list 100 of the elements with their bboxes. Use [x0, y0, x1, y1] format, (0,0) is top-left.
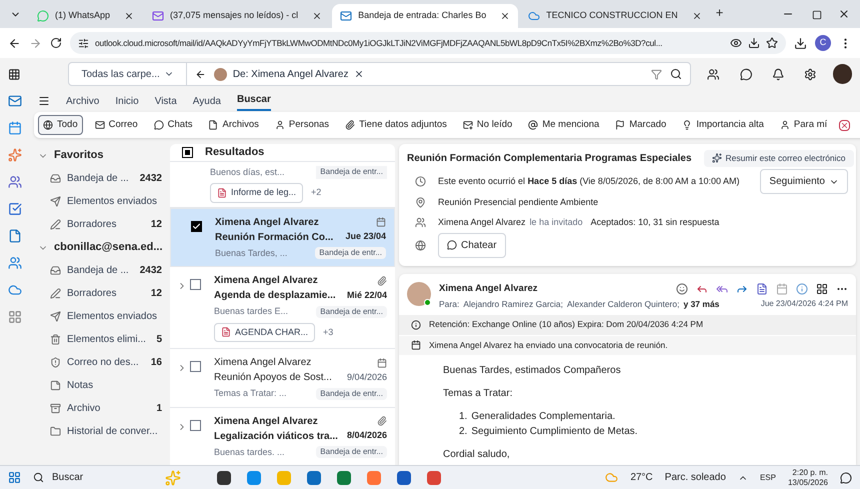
folder-item[interactable]: Elementos elimi... 5	[38, 328, 166, 351]
attachment-chip[interactable]: AGENDA CHAR...	[214, 322, 316, 342]
person-icon	[780, 120, 790, 130]
teams-icon[interactable]	[707, 68, 720, 80]
forward-icon[interactable]	[29, 36, 42, 50]
filter-chip[interactable]: Tiene datos adjuntos	[341, 116, 451, 134]
folder-item[interactable]: Bandeja de ... 2432	[38, 259, 166, 282]
folder-item[interactable]: Borradores 12	[38, 282, 166, 305]
close-icon[interactable]	[312, 11, 322, 21]
list-number: 1.	[459, 410, 468, 424]
windows-start-icon[interactable]	[8, 471, 21, 484]
location-icon	[415, 197, 426, 208]
scope-dropdown[interactable]: Todas las carpe...	[69, 63, 187, 85]
close-icon[interactable]	[500, 11, 510, 21]
topic-text: Seguimiento Cumplimiento de Metas.	[471, 424, 638, 439]
attachment-chip[interactable]: Informe de leg...	[210, 183, 304, 202]
remove-icon[interactable]	[354, 69, 364, 79]
new-tab-button[interactable]: +	[716, 2, 724, 22]
message-item[interactable]: Ximena Angel Alvarez Reunión Formación Co... Jue 23/04 Buenas Tardes, ... Bandeja de entr...	[170, 208, 395, 267]
folder-item[interactable]: Elementos enviados	[38, 190, 166, 213]
folder-item[interactable]: Notas	[38, 374, 166, 397]
checkbox[interactable]	[190, 420, 201, 430]
info-icon[interactable]	[796, 282, 808, 295]
checkbox[interactable]	[190, 361, 201, 372]
chat-button[interactable]: Chatear	[438, 232, 506, 258]
file-icon[interactable]	[8, 229, 22, 243]
search-icon[interactable]	[670, 68, 682, 80]
sparkle-icon[interactable]	[8, 148, 22, 162]
filter-icon[interactable]	[651, 68, 662, 80]
bookmark-star-icon[interactable]	[766, 37, 778, 49]
folder-item[interactable]: Borradores 12	[38, 213, 166, 236]
checkmark-icon[interactable]	[8, 202, 22, 216]
search-box[interactable]: Todas las carpe... De: Ximena Angel Alvarez	[68, 62, 692, 86]
summarize-button[interactable]: Resumir este correo electrónico	[704, 150, 854, 167]
folder-item[interactable]: Correo no des... 16	[38, 351, 166, 374]
close-icon[interactable]	[692, 11, 702, 21]
site-settings-icon	[78, 38, 89, 48]
close-icon[interactable]	[124, 11, 134, 21]
ribbon-tab[interactable]: Vista	[154, 94, 177, 108]
checkbox[interactable]	[190, 279, 201, 290]
address-bar[interactable]: outlook.cloud.microsoft/mail/id/AAQkADYyYmFjYTBkLWMwODMtNDc0My1iOGJkLTJiN2ViMGFjMDFjZAAQANL5bWL8pD9CnTx5I%2BXmz%2Bo%3D?cul...	[70, 32, 786, 54]
browser-tab[interactable]: TECNICO CONSTRUCCION EN	[520, 4, 710, 28]
folder-item[interactable]: Historial de conver...	[38, 420, 166, 443]
reload-icon[interactable]	[50, 37, 62, 49]
clear-filters-icon[interactable]	[839, 120, 850, 130]
restore-icon[interactable]	[812, 10, 822, 20]
folder-item[interactable]: Archivo 1	[38, 397, 166, 420]
select-all-checkbox[interactable]	[182, 146, 193, 158]
back-icon[interactable]	[194, 68, 206, 80]
menu-icon[interactable]	[38, 95, 50, 107]
download-icon[interactable]	[794, 36, 807, 50]
filter-chip[interactable]: Marcado	[611, 116, 670, 134]
sender-name: Ximena Angel Alvarez	[439, 282, 539, 296]
ribbon-tab[interactable]: Ayuda	[192, 94, 221, 108]
org-icon[interactable]	[8, 256, 22, 270]
language-indicator: ESP	[760, 472, 776, 484]
bell-icon[interactable]	[772, 68, 784, 80]
eye-icon[interactable]	[730, 37, 742, 49]
archive-icon	[50, 403, 61, 414]
browser-tab[interactable]: (37,075 mensajes no leídos) - cl	[144, 4, 330, 28]
settings-icon[interactable]	[804, 68, 817, 80]
folder-item[interactable]: Elementos enviados	[38, 305, 166, 328]
notification-icon[interactable]	[840, 472, 852, 484]
cloud-icon[interactable]	[8, 283, 22, 297]
checkbox[interactable]	[191, 220, 202, 232]
message-preview: Temas a Tratar: ...	[214, 387, 287, 400]
filter-chip[interactable]: Archivos	[204, 116, 263, 134]
message-subject: Reunión Formación Co...	[215, 230, 334, 244]
attachment-count: +3	[323, 326, 334, 338]
filter-chip[interactable]: No leído	[458, 116, 516, 134]
filter-chip[interactable]: Para mí	[776, 116, 832, 134]
filter-chip[interactable]: Personas	[270, 116, 334, 134]
browser-tab[interactable]: Bandeja de entrada: Charles Bo	[332, 4, 518, 28]
filter-chip[interactable]: Importancia alta	[678, 116, 768, 134]
ribbon-tab[interactable]: Archivo	[66, 94, 100, 108]
folder-group-header[interactable]: cbonillac@sena.ed...	[38, 236, 166, 259]
apps-icon[interactable]	[8, 310, 22, 324]
feedback-icon[interactable]	[740, 68, 752, 80]
profile-avatar[interactable]: C	[815, 35, 831, 51]
back-icon[interactable]	[8, 36, 21, 50]
filter-chip[interactable]: Todo	[38, 114, 83, 136]
follow-up-button[interactable]: Seguimiento	[760, 169, 848, 194]
calendar-icon[interactable]	[8, 121, 22, 135]
filter-chip[interactable]: Me menciona	[524, 116, 604, 134]
app-launcher-icon[interactable]	[8, 68, 20, 80]
filter-chip[interactable]: Correo	[90, 116, 142, 134]
search-token[interactable]: De: Ximena Angel Alvarez	[214, 66, 364, 82]
more-recipients: y 37 más	[683, 298, 720, 311]
taskbar-search[interactable]: Buscar	[33, 470, 153, 485]
folder-item[interactable]: Bandeja de ... 2432	[38, 167, 166, 190]
folder-group-header[interactable]: Favoritos	[38, 144, 166, 167]
smile-icon[interactable]	[676, 282, 688, 295]
grid-icon[interactable]	[816, 282, 828, 295]
pen-icon	[50, 288, 61, 299]
install-icon[interactable]	[748, 37, 760, 49]
filter-chip[interactable]: Chats	[150, 116, 196, 134]
people-icon[interactable]	[8, 175, 22, 189]
close-icon[interactable]	[838, 8, 850, 20]
browser-tab[interactable]: (1) WhatsApp	[29, 4, 142, 28]
ribbon-tab[interactable]: Inicio	[115, 94, 139, 108]
